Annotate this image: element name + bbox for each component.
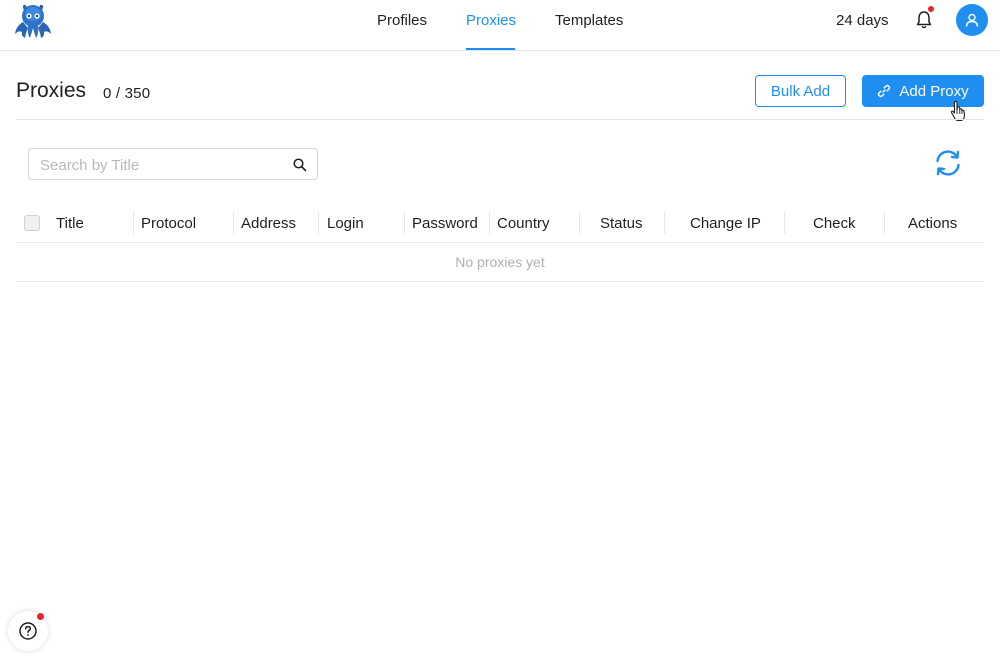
active-tab-indicator [466,48,515,50]
add-proxy-label: Add Proxy [899,82,969,100]
question-circle-icon [19,622,37,640]
search-input[interactable] [40,155,280,175]
table-empty-state: No proxies yet [16,243,984,282]
help-notification-badge [37,613,44,620]
column-separator [884,212,885,234]
link-icon [878,84,891,98]
bulk-add-button[interactable]: Bulk Add [755,75,846,107]
column-header-country[interactable]: Country [497,215,550,232]
bulk-add-label: Bulk Add [770,82,831,100]
octopus-logo-icon[interactable] [12,2,54,40]
column-header-protocol[interactable]: Protocol [141,215,196,232]
nav-item-proxies[interactable]: Proxies [466,12,516,29]
column-separator [404,212,405,234]
nav-item-profiles[interactable]: Profiles [377,12,427,29]
column-separator [579,212,580,234]
account-avatar[interactable] [956,4,988,36]
top-navigation-bar: Profiles Proxies Templates 24 days [0,0,1000,51]
user-icon [965,13,979,27]
nav-item-templates[interactable]: Templates [555,12,623,29]
refresh-icon[interactable] [932,147,964,179]
column-separator [133,212,134,234]
column-header-address[interactable]: Address [241,215,296,232]
table-header: Title Protocol Address Login Password Co… [16,204,984,243]
column-header-login[interactable]: Login [327,215,364,232]
proxy-count: 0 / 350 [103,85,151,102]
column-header-title[interactable]: Title [56,215,84,232]
column-separator [664,212,665,234]
column-separator [233,212,234,234]
column-separator [784,212,785,234]
column-separator [318,212,319,234]
search-icon[interactable] [292,157,308,173]
select-all-checkbox[interactable] [24,215,40,231]
subscription-days-remaining[interactable]: 24 days [836,12,889,29]
column-header-change-ip[interactable]: Change IP [690,215,761,232]
column-separator [489,212,490,234]
column-header-password[interactable]: Password [412,215,478,232]
bell-icon[interactable] [914,9,934,31]
column-header-actions[interactable]: Actions [908,215,957,232]
column-header-check[interactable]: Check [813,215,856,232]
page-title: Proxies [16,79,87,102]
column-header-status[interactable]: Status [600,215,643,232]
header-divider [16,119,984,120]
notification-badge [928,6,934,12]
search-box [28,148,318,180]
